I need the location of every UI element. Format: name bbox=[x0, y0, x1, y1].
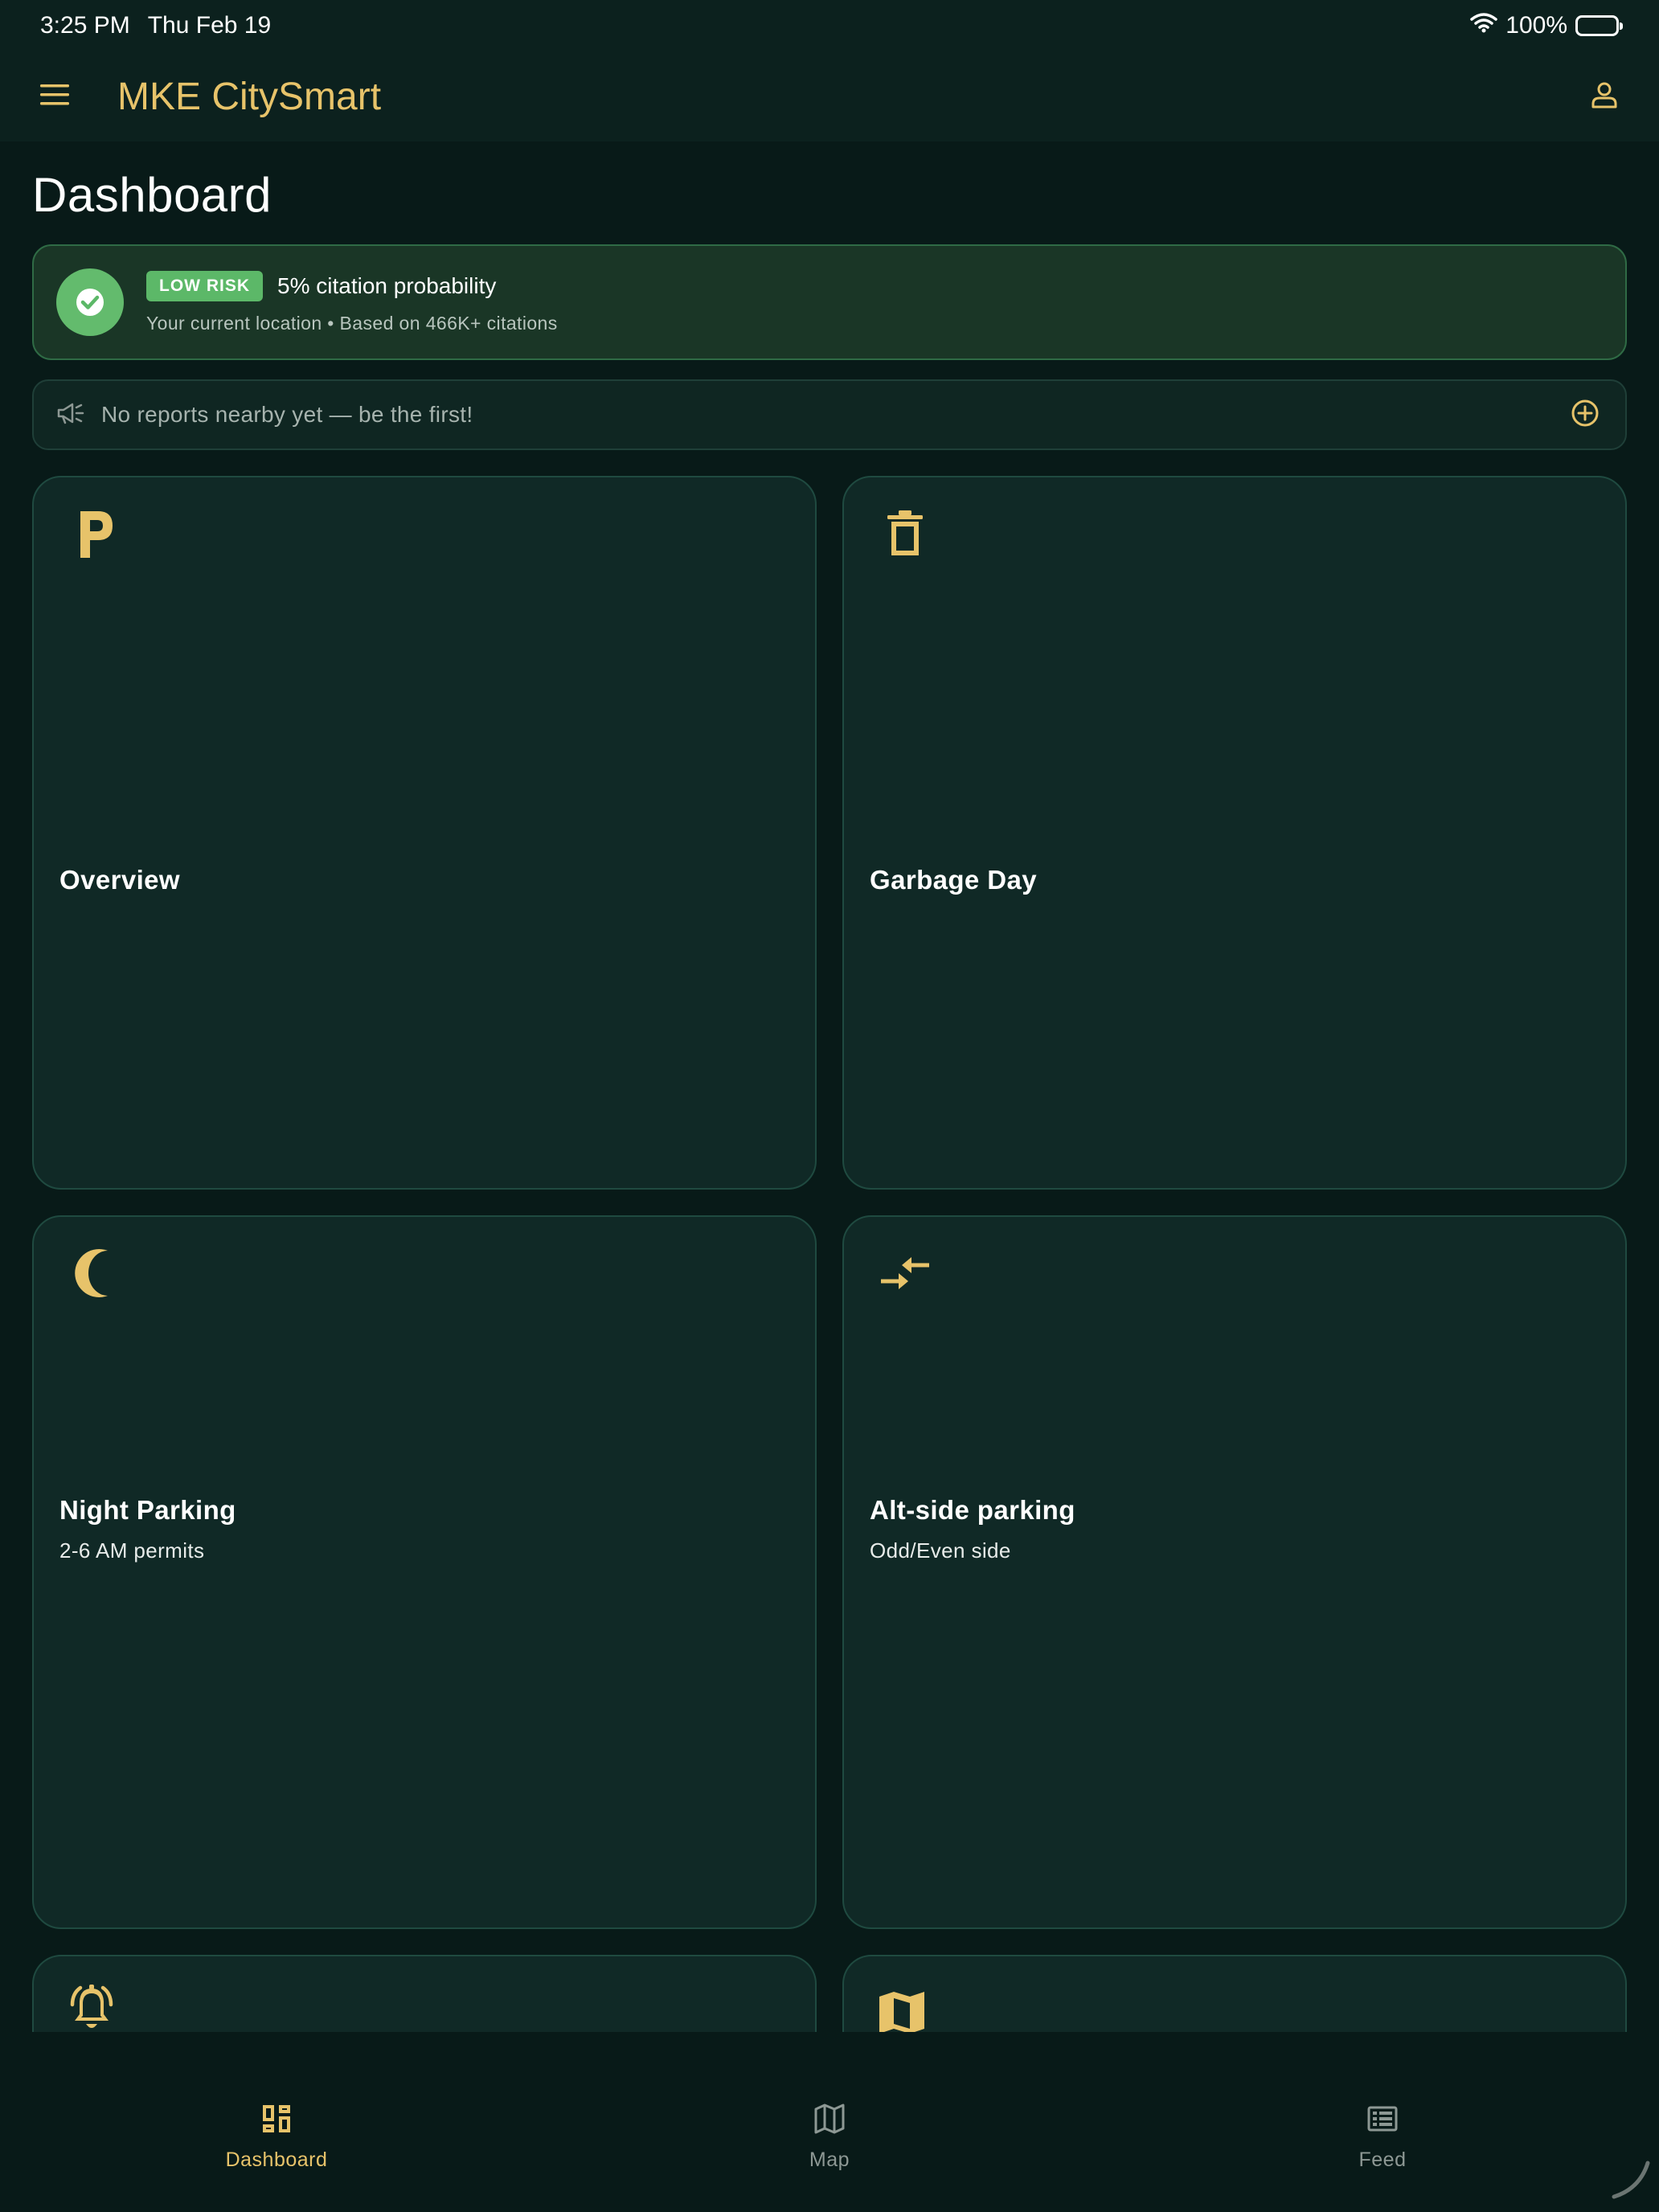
card-subtitle: Odd/Even side bbox=[870, 1538, 1011, 1563]
status-indicators: 100% bbox=[1470, 12, 1623, 39]
app-screen: 3:25 PM Thu Feb 19 100% MKE CitySmart Da… bbox=[0, 0, 1659, 2212]
wifi-icon bbox=[1470, 12, 1498, 39]
map-outline-icon bbox=[813, 2103, 846, 2139]
swap-arrows-icon bbox=[876, 1244, 934, 1302]
card-title: Overview bbox=[59, 865, 180, 895]
resize-handle-icon bbox=[1611, 2160, 1651, 2204]
profile-button[interactable] bbox=[1579, 71, 1630, 122]
megaphone-icon bbox=[56, 401, 85, 429]
check-circle-icon bbox=[56, 268, 124, 336]
citation-risk-card[interactable]: LOW RISK 5% citation probability Your cu… bbox=[32, 244, 1627, 360]
dashboard-icon bbox=[260, 2103, 293, 2139]
moon-icon bbox=[66, 1244, 124, 1302]
card-garbage-text: Garbage Day bbox=[870, 865, 1037, 895]
card-title: Alt-side parking bbox=[870, 1495, 1075, 1525]
bell-ringing-icon bbox=[63, 1981, 121, 2038]
status-bar: 3:25 PM Thu Feb 19 100% bbox=[0, 0, 1659, 51]
card-night-parking[interactable]: Night Parking 2-6 AM permits bbox=[32, 1215, 817, 1929]
status-date: Thu Feb 19 bbox=[147, 12, 272, 39]
card-overview[interactable]: Overview bbox=[32, 476, 817, 1190]
card-title: Garbage Day bbox=[870, 865, 1037, 895]
profile-icon bbox=[1590, 80, 1619, 113]
risk-badge: LOW RISK bbox=[146, 270, 263, 301]
add-report-button[interactable] bbox=[1567, 397, 1603, 432]
page-title: Dashboard bbox=[32, 168, 272, 222]
app-title: MKE CitySmart bbox=[117, 75, 382, 118]
bottom-navigation: Dashboard Map Feed bbox=[0, 2032, 1659, 2212]
feed-icon bbox=[1366, 2103, 1399, 2139]
nav-tab-dashboard[interactable]: Dashboard bbox=[156, 2032, 397, 2212]
add-circle-icon bbox=[1571, 399, 1600, 432]
nav-tab-map[interactable]: Map bbox=[709, 2032, 950, 2212]
nav-label: Feed bbox=[1358, 2149, 1407, 2171]
trash-icon bbox=[876, 505, 934, 563]
card-night-parking-text: Night Parking 2-6 AM permits bbox=[59, 1495, 236, 1563]
app-bar: MKE CitySmart bbox=[0, 51, 1659, 141]
card-alt-side-text: Alt-side parking Odd/Even side bbox=[870, 1495, 1075, 1563]
card-overview-text: Overview bbox=[59, 865, 180, 895]
nav-label: Dashboard bbox=[225, 2149, 328, 2171]
risk-text: LOW RISK 5% citation probability Your cu… bbox=[146, 270, 558, 334]
status-time: 3:25 PM bbox=[40, 12, 130, 39]
risk-subtitle: Your current location • Based on 466K+ c… bbox=[146, 312, 558, 334]
card-title: Night Parking bbox=[59, 1495, 236, 1525]
parking-icon bbox=[66, 505, 124, 563]
nav-label: Map bbox=[809, 2149, 850, 2171]
card-garbage-day[interactable]: Garbage Day bbox=[842, 476, 1627, 1190]
nav-tab-feed[interactable]: Feed bbox=[1262, 2032, 1503, 2212]
battery-percentage: 100% bbox=[1505, 12, 1567, 39]
battery-icon bbox=[1575, 15, 1623, 36]
card-alt-side-parking[interactable]: Alt-side parking Odd/Even side bbox=[842, 1215, 1627, 1929]
menu-button[interactable] bbox=[29, 71, 80, 122]
menu-icon bbox=[39, 83, 71, 111]
reports-empty-text: No reports nearby yet — be the first! bbox=[101, 402, 473, 427]
card-subtitle: 2-6 AM permits bbox=[59, 1538, 205, 1563]
nearby-reports-bar[interactable]: No reports nearby yet — be the first! bbox=[32, 379, 1627, 450]
citation-probability: 5% citation probability bbox=[277, 272, 497, 298]
